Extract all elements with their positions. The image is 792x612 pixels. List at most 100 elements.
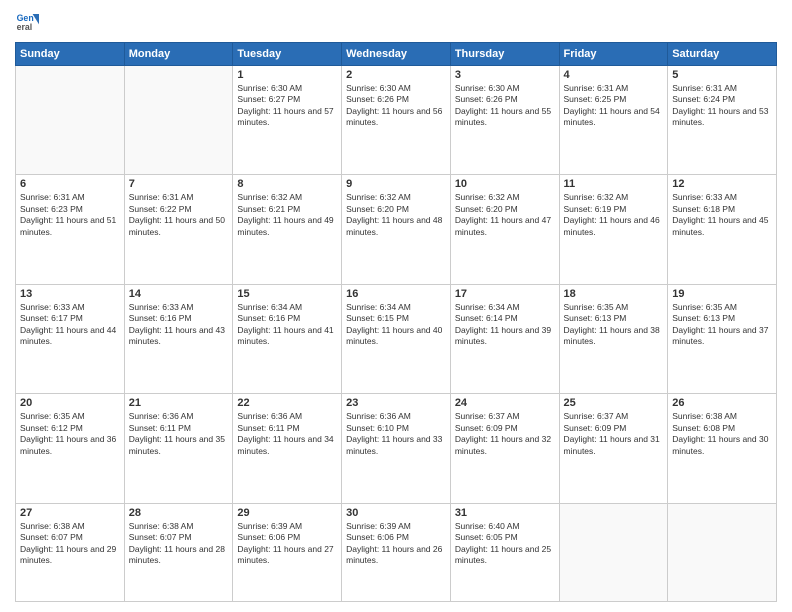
day-info: Sunrise: 6:35 AMSunset: 6:12 PMDaylight:… [20,411,120,457]
day-info: Sunrise: 6:31 AMSunset: 6:24 PMDaylight:… [672,83,772,129]
day-number: 23 [346,397,446,409]
weekday-header-wednesday: Wednesday [342,43,451,66]
calendar: SundayMondayTuesdayWednesdayThursdayFrid… [15,42,777,602]
calendar-cell: 15 Sunrise: 6:34 AMSunset: 6:16 PMDayligh… [233,284,342,393]
calendar-cell: 27 Sunrise: 6:38 AMSunset: 6:07 PMDayligh… [16,503,125,601]
calendar-cell: 21 Sunrise: 6:36 AMSunset: 6:11 PMDayligh… [124,394,233,503]
day-number: 25 [564,397,664,409]
day-number: 8 [237,178,337,190]
day-info: Sunrise: 6:36 AMSunset: 6:11 PMDaylight:… [129,411,229,457]
calendar-cell: 19 Sunrise: 6:35 AMSunset: 6:13 PMDayligh… [668,284,777,393]
day-info: Sunrise: 6:38 AMSunset: 6:07 PMDaylight:… [20,521,120,567]
day-info: Sunrise: 6:36 AMSunset: 6:10 PMDaylight:… [346,411,446,457]
calendar-cell: 14 Sunrise: 6:33 AMSunset: 6:16 PMDayligh… [124,284,233,393]
day-info: Sunrise: 6:31 AMSunset: 6:25 PMDaylight:… [564,83,664,129]
day-number: 3 [455,69,555,81]
calendar-cell: 2 Sunrise: 6:30 AMSunset: 6:26 PMDaylight… [342,66,451,175]
day-number: 13 [20,288,120,300]
day-info: Sunrise: 6:38 AMSunset: 6:08 PMDaylight:… [672,411,772,457]
calendar-cell: 3Sunrise: 6:30 AMSunset: 6:26 PMDaylight… [450,66,559,175]
day-number: 21 [129,397,229,409]
week-row-5: 27 Sunrise: 6:38 AMSunset: 6:07 PMDayligh… [16,503,777,601]
day-number: 12 [672,178,772,190]
week-row-3: 13 Sunrise: 6:33 AMSunset: 6:17 PMDayligh… [16,284,777,393]
calendar-cell: 10 Sunrise: 6:32 AMSunset: 6:20 PMDayligh… [450,175,559,284]
day-number: 11 [564,178,664,190]
day-number: 1 [237,69,337,81]
day-number: 10 [455,178,555,190]
day-number: 31 [455,507,555,519]
day-number: 4 [564,69,664,81]
day-info: Sunrise: 6:36 AMSunset: 6:11 PMDaylight:… [237,411,337,457]
day-info: Sunrise: 6:31 AMSunset: 6:23 PMDaylight:… [20,192,120,238]
calendar-cell [668,503,777,601]
day-info: Sunrise: 6:37 AMSunset: 6:09 PMDaylight:… [455,411,555,457]
calendar-cell: 16 Sunrise: 6:34 AMSunset: 6:15 PMDayligh… [342,284,451,393]
calendar-cell: 1 Sunrise: 6:30 AMSunset: 6:27 PMDaylight… [233,66,342,175]
calendar-cell: 26 Sunrise: 6:38 AMSunset: 6:08 PMDayligh… [668,394,777,503]
week-row-4: 20Sunrise: 6:35 AMSunset: 6:12 PMDayligh… [16,394,777,503]
day-number: 28 [129,507,229,519]
day-info: Sunrise: 6:35 AMSunset: 6:13 PMDaylight:… [564,302,664,348]
day-info: Sunrise: 6:30 AMSunset: 6:27 PMDaylight:… [237,83,337,129]
logo-icon: Gen eral [15,10,39,34]
day-number: 9 [346,178,446,190]
calendar-cell: 20Sunrise: 6:35 AMSunset: 6:12 PMDayligh… [16,394,125,503]
weekday-header-row: SundayMondayTuesdayWednesdayThursdayFrid… [16,43,777,66]
day-number: 2 [346,69,446,81]
day-number: 24 [455,397,555,409]
day-number: 26 [672,397,772,409]
calendar-cell: 28Sunrise: 6:38 AMSunset: 6:07 PMDayligh… [124,503,233,601]
day-info: Sunrise: 6:32 AMSunset: 6:20 PMDaylight:… [455,192,555,238]
week-row-2: 6 Sunrise: 6:31 AMSunset: 6:23 PMDaylight… [16,175,777,284]
day-info: Sunrise: 6:32 AMSunset: 6:21 PMDaylight:… [237,192,337,238]
day-number: 5 [672,69,772,81]
calendar-cell: 30Sunrise: 6:39 AMSunset: 6:06 PMDayligh… [342,503,451,601]
day-number: 19 [672,288,772,300]
day-number: 15 [237,288,337,300]
calendar-cell: 12 Sunrise: 6:33 AMSunset: 6:18 PMDayligh… [668,175,777,284]
weekday-header-sunday: Sunday [16,43,125,66]
calendar-cell: 18Sunrise: 6:35 AMSunset: 6:13 PMDayligh… [559,284,668,393]
day-info: Sunrise: 6:32 AMSunset: 6:19 PMDaylight:… [564,192,664,238]
calendar-cell: 8 Sunrise: 6:32 AMSunset: 6:21 PMDaylight… [233,175,342,284]
day-info: Sunrise: 6:33 AMSunset: 6:18 PMDaylight:… [672,192,772,238]
day-info: Sunrise: 6:33 AMSunset: 6:17 PMDaylight:… [20,302,120,348]
weekday-header-monday: Monday [124,43,233,66]
day-info: Sunrise: 6:34 AMSunset: 6:14 PMDaylight:… [455,302,555,348]
day-info: Sunrise: 6:40 AMSunset: 6:05 PMDaylight:… [455,521,555,567]
day-info: Sunrise: 6:31 AMSunset: 6:22 PMDaylight:… [129,192,229,238]
calendar-cell: 23 Sunrise: 6:36 AMSunset: 6:10 PMDayligh… [342,394,451,503]
calendar-cell: 7Sunrise: 6:31 AMSunset: 6:22 PMDaylight… [124,175,233,284]
day-number: 17 [455,288,555,300]
day-info: Sunrise: 6:39 AMSunset: 6:06 PMDaylight:… [237,521,337,567]
day-number: 6 [20,178,120,190]
weekday-header-friday: Friday [559,43,668,66]
day-number: 16 [346,288,446,300]
day-info: Sunrise: 6:37 AMSunset: 6:09 PMDaylight:… [564,411,664,457]
day-info: Sunrise: 6:39 AMSunset: 6:06 PMDaylight:… [346,521,446,567]
weekday-header-tuesday: Tuesday [233,43,342,66]
day-info: Sunrise: 6:35 AMSunset: 6:13 PMDaylight:… [672,302,772,348]
day-number: 29 [237,507,337,519]
page: Gen eral SundayMondayTuesdayWednesdayThu… [0,0,792,612]
calendar-cell: 17 Sunrise: 6:34 AMSunset: 6:14 PMDayligh… [450,284,559,393]
day-number: 27 [20,507,120,519]
day-info: Sunrise: 6:33 AMSunset: 6:16 PMDaylight:… [129,302,229,348]
calendar-cell: 11 Sunrise: 6:32 AMSunset: 6:19 PMDayligh… [559,175,668,284]
day-info: Sunrise: 6:34 AMSunset: 6:15 PMDaylight:… [346,302,446,348]
calendar-cell: 24 Sunrise: 6:37 AMSunset: 6:09 PMDayligh… [450,394,559,503]
calendar-cell: 5 Sunrise: 6:31 AMSunset: 6:24 PMDaylight… [668,66,777,175]
day-number: 14 [129,288,229,300]
logo: Gen eral [15,10,43,34]
day-info: Sunrise: 6:34 AMSunset: 6:16 PMDaylight:… [237,302,337,348]
calendar-cell: 6 Sunrise: 6:31 AMSunset: 6:23 PMDaylight… [16,175,125,284]
calendar-cell [559,503,668,601]
week-row-1: 1 Sunrise: 6:30 AMSunset: 6:27 PMDaylight… [16,66,777,175]
day-info: Sunrise: 6:30 AMSunset: 6:26 PMDaylight:… [346,83,446,129]
day-number: 22 [237,397,337,409]
calendar-cell: 13 Sunrise: 6:33 AMSunset: 6:17 PMDayligh… [16,284,125,393]
calendar-cell: 4 Sunrise: 6:31 AMSunset: 6:25 PMDaylight… [559,66,668,175]
calendar-cell [124,66,233,175]
svg-text:eral: eral [17,22,33,32]
